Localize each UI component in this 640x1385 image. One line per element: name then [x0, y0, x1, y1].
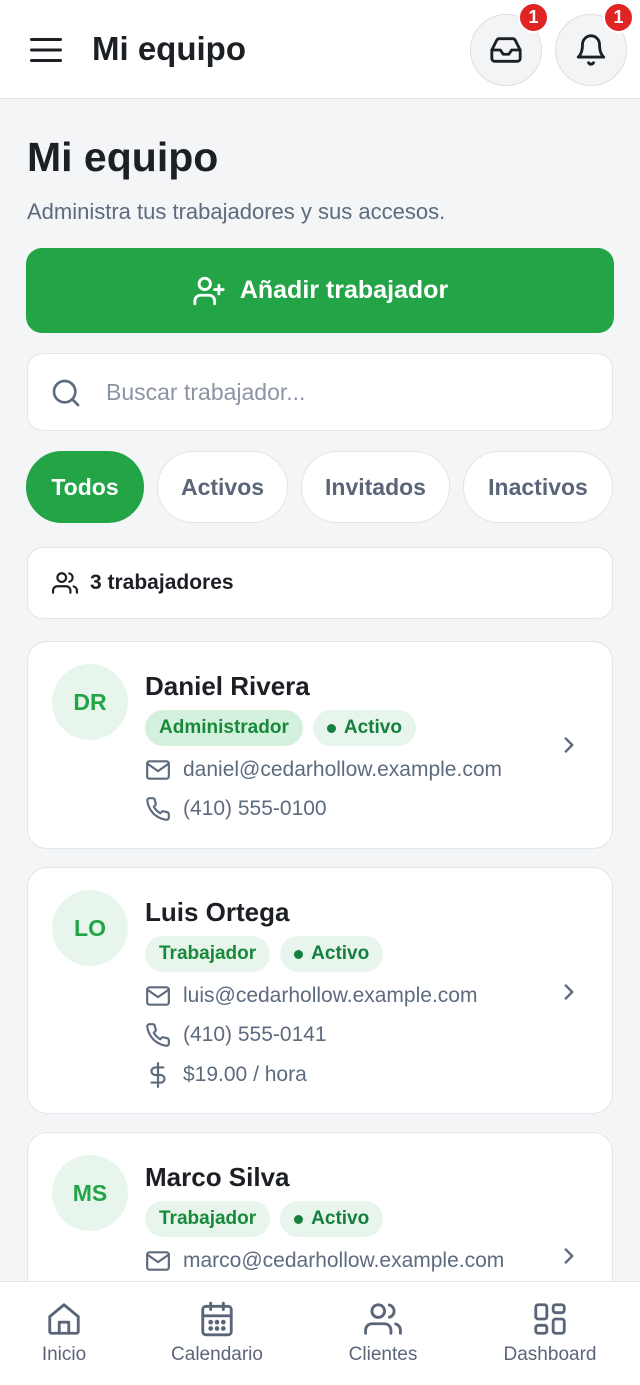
filter-active-label: Activos — [180, 473, 265, 500]
phone-icon — [145, 796, 171, 822]
role-badge: Trabajador — [145, 936, 271, 972]
role-badge: Administrador — [145, 710, 303, 746]
phone-row: (410) 555-0141 — [145, 1022, 327, 1048]
filter-inactive[interactable]: Inactivos — [463, 451, 613, 523]
nav-item-calendario[interactable]: Calendario — [166, 1300, 268, 1366]
worker-rate: $19.00 / hora — [183, 1063, 307, 1086]
nav-item-inicio[interactable]: Inicio — [38, 1300, 90, 1366]
top-app-bar: Mi equipo 1 1 — [0, 0, 640, 99]
worker-name: Luis Ortega — [145, 897, 290, 927]
user-plus-icon — [192, 274, 226, 308]
inbox-badge: 1 — [518, 2, 549, 33]
nav-label-inicio: Inicio — [41, 1344, 87, 1365]
inbox-button[interactable]: 1 — [470, 2, 549, 86]
page-subtitle: Administra tus trabajadores y sus acceso… — [27, 199, 446, 224]
dollar-icon — [145, 1062, 171, 1088]
mail-icon — [145, 1248, 171, 1274]
filter-invited[interactable]: Invitados — [301, 451, 450, 523]
users-icon — [52, 570, 78, 596]
filter-inactive-label: Inactivos — [488, 473, 588, 500]
mail-icon — [145, 983, 171, 1009]
nav-label-calendario: Calendario — [171, 1344, 263, 1365]
status-dot — [294, 949, 304, 959]
worker-card[interactable]: LO Luis Ortega Trabajador Activo luis@ce… — [27, 867, 613, 1114]
chevron-right-icon — [556, 732, 582, 758]
search-box — [27, 353, 613, 431]
worker-count-bar: 3 trabajadores — [27, 547, 613, 619]
status-badge: Activo — [312, 710, 416, 746]
filter-invited-label: Invitados — [325, 473, 426, 500]
status-label: Activo — [311, 1208, 370, 1229]
filter-all-label: Todos — [51, 473, 119, 500]
filter-active[interactable]: Activos — [157, 451, 288, 523]
users-icon — [364, 1300, 402, 1338]
inbox-icon — [489, 33, 523, 67]
avatar: LO — [52, 890, 128, 966]
calendar-icon — [198, 1300, 236, 1338]
menu-icon[interactable] — [26, 30, 66, 70]
bottom-nav: Inicio Calendario Clientes Dashboard — [0, 1281, 640, 1385]
status-badge: Activo — [280, 936, 384, 972]
filter-all[interactable]: Todos — [26, 451, 144, 523]
email-row: luis@cedarhollow.example.com — [145, 983, 477, 1009]
home-icon — [45, 1300, 83, 1338]
add-worker-label: Añadir trabajador — [239, 276, 449, 304]
phone-icon — [145, 1022, 171, 1048]
notifications-button[interactable]: 1 — [555, 2, 634, 86]
status-dot — [294, 1214, 304, 1224]
email-row: marco@cedarhollow.example.com — [145, 1248, 504, 1274]
notifications-badge: 1 — [603, 2, 634, 33]
status-label: Activo — [343, 717, 402, 738]
nav-label-clientes: Clientes — [348, 1344, 418, 1365]
nav-label-dashboard: Dashboard — [503, 1344, 597, 1365]
worker-name: Daniel Rivera — [145, 671, 310, 701]
worker-phone: (410) 555-0141 — [183, 1023, 327, 1046]
worker-email: luis@cedarhollow.example.com — [183, 984, 478, 1007]
phone-row: (410) 555-0100 — [145, 796, 327, 822]
avatar: MS — [52, 1155, 128, 1231]
status-dot — [326, 723, 336, 733]
dashboard-icon — [531, 1300, 569, 1338]
worker-phone: (410) 555-0100 — [183, 797, 327, 820]
status-badge: Activo — [280, 1201, 384, 1237]
chevron-right-icon — [556, 979, 582, 1005]
email-row: daniel@cedarhollow.example.com — [145, 757, 502, 783]
worker-count: 3 trabajadores — [90, 571, 234, 594]
search-input[interactable] — [106, 364, 596, 420]
bell-icon — [574, 33, 608, 67]
add-worker-button[interactable]: Añadir trabajador — [26, 248, 614, 333]
rate-row: $19.00 / hora — [145, 1062, 307, 1088]
role-badge: Trabajador — [145, 1201, 271, 1237]
nav-item-clientes[interactable]: Clientes — [344, 1300, 422, 1366]
mail-icon — [145, 757, 171, 783]
nav-item-dashboard[interactable]: Dashboard — [498, 1300, 602, 1366]
worker-name: Marco Silva — [145, 1162, 290, 1192]
worker-card[interactable]: DR Daniel Rivera Administrador Activo da… — [27, 641, 613, 849]
chevron-right-icon — [556, 1243, 582, 1269]
status-label: Activo — [311, 943, 370, 964]
worker-email: marco@cedarhollow.example.com — [183, 1249, 505, 1272]
avatar: DR — [52, 664, 128, 740]
worker-email: daniel@cedarhollow.example.com — [183, 758, 502, 781]
app-bar-title: Mi equipo — [92, 30, 246, 67]
search-icon — [50, 377, 82, 409]
page-title: Mi equipo — [27, 134, 219, 180]
